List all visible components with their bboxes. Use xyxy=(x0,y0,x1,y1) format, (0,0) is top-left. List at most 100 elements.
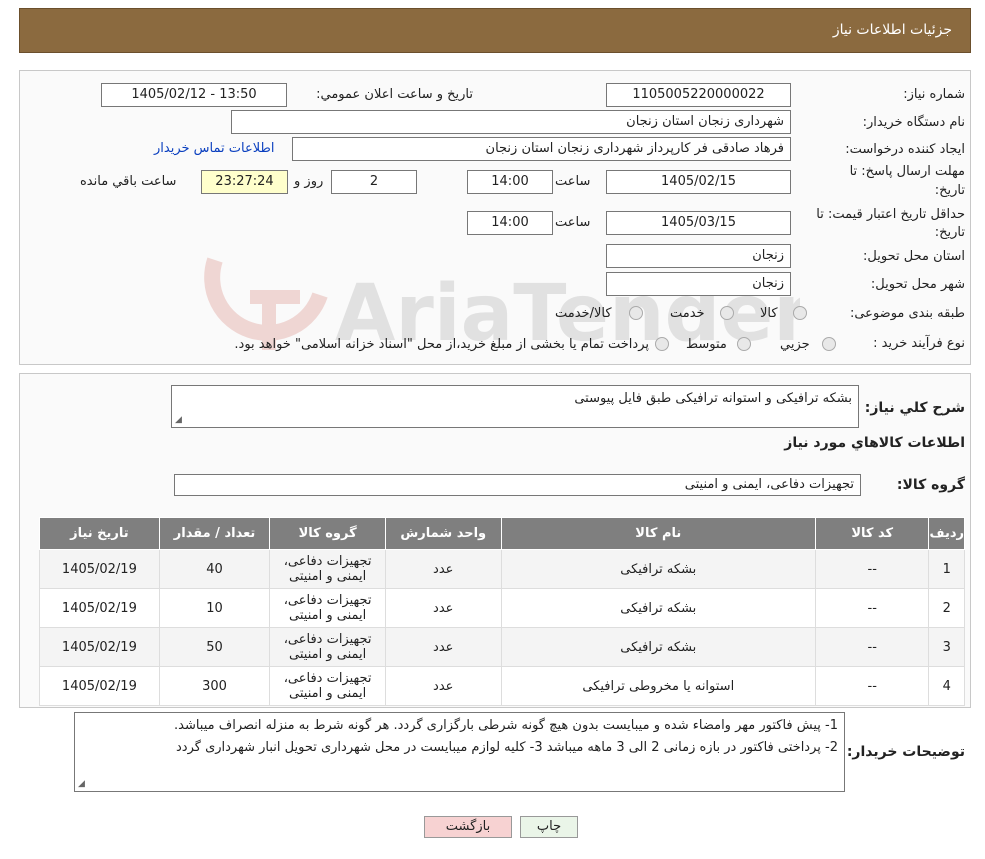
col-name: نام کالا xyxy=(500,517,817,550)
row-group-line-2: ایمنی و امنیتی xyxy=(289,569,367,584)
row-date: 1405/02/19 xyxy=(39,549,160,589)
back-button[interactable]: بازگشت xyxy=(424,816,512,838)
goods-section-title: اطلاعات کالاهاي مورد نياز xyxy=(784,435,965,451)
row-index: 4 xyxy=(928,666,965,706)
row-group: تجهیزات دفاعی، ایمنی و امنیتی xyxy=(269,627,386,667)
process-option-minor: جزيي xyxy=(780,337,810,352)
province-label: استان محل تحويل: xyxy=(863,249,965,264)
row-qty: 300 xyxy=(158,666,271,706)
col-code: کد کالا xyxy=(814,517,930,550)
row-group-line-2: ایمنی و امنیتی xyxy=(289,608,367,623)
creator-label: ايجاد کننده درخواست: xyxy=(845,142,965,157)
deadline-label: مهلت ارسال پاسخ: تا xyxy=(849,164,965,179)
deadline-time-field: 14:00 xyxy=(467,170,553,194)
buyer-contact-link[interactable]: اطلاعات تماس خريدار xyxy=(154,141,274,156)
col-date: تاريخ نياز xyxy=(39,517,160,550)
category-radio-goods[interactable] xyxy=(793,306,807,320)
row-group: تجهیزات دفاعی، ایمنی و امنیتی xyxy=(269,666,386,706)
row-group-line-1: تجهیزات دفاعی، xyxy=(283,554,372,569)
row-group: تجهیزات دفاعی، ایمنی و امنیتی xyxy=(269,549,386,589)
row-unit: عدد xyxy=(384,666,502,706)
row-date: 1405/02/19 xyxy=(39,666,160,706)
category-option-goods: کالا xyxy=(760,306,778,321)
price-validity-time-field: 14:00 xyxy=(467,211,553,235)
creator-field: فرهاد صادقی فر کارپرداز شهرداری زنجان اس… xyxy=(292,137,791,161)
row-group: تجهیزات دفاعی، ایمنی و امنیتی xyxy=(269,588,386,628)
goods-group-label: گروه کالا: xyxy=(896,477,965,493)
col-unit: واحد شمارش xyxy=(384,517,502,550)
table-row: 1 -- بشکه ترافیکی عدد تجهیزات دفاعی، ایمن… xyxy=(39,549,965,589)
row-code: -- xyxy=(814,666,930,706)
announce-datetime-label: تاریخ و ساعت اعلان عمومي: xyxy=(316,87,473,102)
row-name: بشکه ترافیکی xyxy=(500,588,817,628)
buyer-notes-label: توضيحات خريدار: xyxy=(846,744,965,760)
row-group-line-2: ایمنی و امنیتی xyxy=(289,686,367,701)
row-unit: عدد xyxy=(384,627,502,667)
days-label: روز و xyxy=(294,174,324,189)
row-qty: 40 xyxy=(158,549,271,589)
col-index: رديف xyxy=(928,517,965,550)
row-code: -- xyxy=(814,627,930,667)
row-group-line-1: تجهیزات دفاعی، xyxy=(283,593,372,608)
row-date: 1405/02/19 xyxy=(39,588,160,628)
resize-handle-icon[interactable]: ◢ xyxy=(78,779,85,789)
buyer-org-field: شهرداری زنجان استان زنجان xyxy=(231,110,791,134)
col-qty: تعداد / مقدار xyxy=(158,517,271,550)
price-validity-label-date: تاريخ: xyxy=(934,225,965,240)
deadline-label-date: تاریخ: xyxy=(934,183,965,198)
price-validity-label: حداقل تاريخ اعتبار قيمت: تا xyxy=(816,207,965,222)
category-radio-service[interactable] xyxy=(720,306,734,320)
buyer-notes-line-2: 2- پرداختی فاکتور در بازه زمانی 2 الی 3 … xyxy=(176,740,838,755)
description-textarea[interactable]: بشکه ترافیکی و استوانه ترافیکی طبق فایل … xyxy=(171,385,859,428)
province-field: زنجان xyxy=(606,244,791,268)
row-code: -- xyxy=(814,588,930,628)
deadline-date-field: 1405/02/15 xyxy=(606,170,791,194)
row-date: 1405/02/19 xyxy=(39,627,160,667)
row-name: استوانه یا مخروطی ترافیکی xyxy=(500,666,817,706)
page-header: جزئیات اطلاعات نیاز xyxy=(19,8,971,53)
col-group: گروه کالا xyxy=(269,517,386,550)
row-unit: عدد xyxy=(384,588,502,628)
remaining-days-field: 2 xyxy=(331,170,417,194)
table-row: 4 -- استوانه یا مخروطی ترافیکی عدد تجهیز… xyxy=(39,666,965,706)
price-validity-time-label: ساعت xyxy=(555,215,591,230)
print-button[interactable]: چاپ xyxy=(520,816,578,838)
need-number-field: 1105005220000022 xyxy=(606,83,791,107)
city-field: زنجان xyxy=(606,272,791,296)
row-name: بشکه ترافیکی xyxy=(500,549,817,589)
goods-group-field: تجهیزات دفاعی، ایمنی و امنیتی xyxy=(174,474,861,496)
category-label: طبقه بندی موضوعی: xyxy=(849,306,965,321)
process-type-label: نوع فرآيند خريد : xyxy=(873,336,965,351)
price-validity-date-field: 1405/03/15 xyxy=(606,211,791,235)
table-header-row: رديف کد کالا نام کالا واحد شمارش گروه کا… xyxy=(39,517,965,550)
description-text: بشکه ترافیکی و استوانه ترافیکی طبق فایل … xyxy=(574,391,852,406)
deadline-time-label: ساعت xyxy=(555,174,591,189)
row-index: 1 xyxy=(928,549,965,589)
row-code: -- xyxy=(814,549,930,589)
remaining-time-label: ساعت باقي مانده xyxy=(80,174,177,189)
buyer-notes-line-1: 1- پیش فاکتور مهر وامضاء شده و میبایست ب… xyxy=(173,718,838,733)
category-radio-goods-service[interactable] xyxy=(629,306,643,320)
row-index: 2 xyxy=(928,588,965,628)
treasury-checkbox[interactable] xyxy=(655,337,669,351)
city-label: شهر محل تحويل: xyxy=(870,277,965,292)
resize-handle-icon[interactable]: ◢ xyxy=(175,415,182,425)
description-label: شرح کلي نياز: xyxy=(864,400,965,416)
process-radio-medium[interactable] xyxy=(737,337,751,351)
buyer-notes-textarea[interactable]: 1- پیش فاکتور مهر وامضاء شده و میبایست ب… xyxy=(74,712,845,792)
process-radio-minor[interactable] xyxy=(822,337,836,351)
goods-table: رديف کد کالا نام کالا واحد شمارش گروه کا… xyxy=(39,517,965,706)
row-unit: عدد xyxy=(384,549,502,589)
row-group-line-1: تجهیزات دفاعی، xyxy=(283,632,372,647)
treasury-note: پرداخت تمام يا بخشی از مبلغ خريد،از محل … xyxy=(234,337,649,352)
category-option-service: خدمت xyxy=(670,306,705,321)
page-title: جزئیات اطلاعات نیاز xyxy=(832,22,952,38)
row-group-line-2: ایمنی و امنیتی xyxy=(289,647,367,662)
row-name: بشکه ترافیکی xyxy=(500,627,817,667)
row-group-line-1: تجهیزات دفاعی، xyxy=(283,671,372,686)
remaining-time-field: 23:27:24 xyxy=(201,170,288,194)
need-number-label: شماره نیاز: xyxy=(903,87,965,102)
row-qty: 50 xyxy=(158,627,271,667)
table-row: 2 -- بشکه ترافیکی عدد تجهیزات دفاعی، ایمن… xyxy=(39,588,965,628)
announce-datetime-field: 1405/02/12 - 13:50 xyxy=(101,83,287,107)
